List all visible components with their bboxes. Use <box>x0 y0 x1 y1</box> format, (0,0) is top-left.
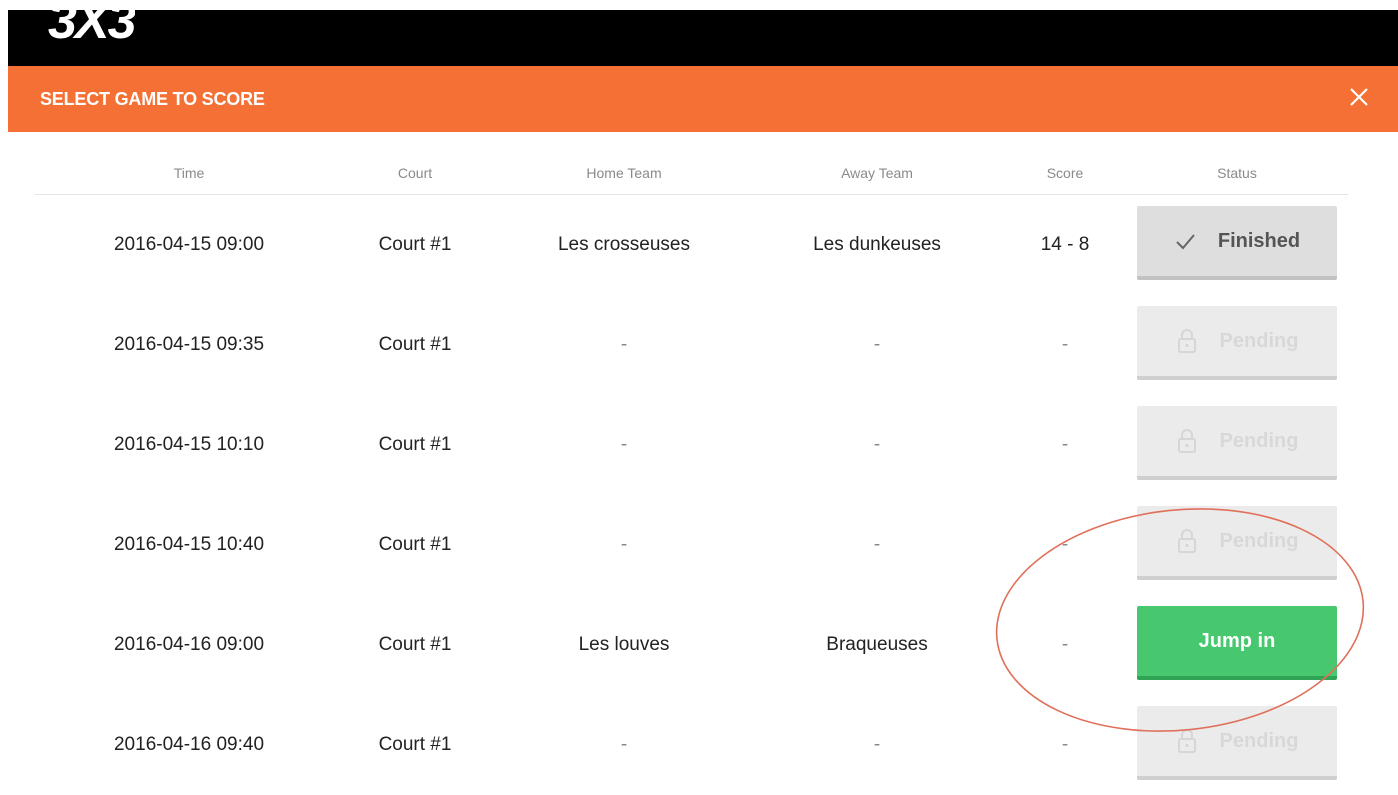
lock-icon <box>1176 728 1198 754</box>
time-cell: 2016-04-16 09:40 <box>113 734 265 755</box>
status-label: Pending <box>1219 529 1299 552</box>
finished-status-button[interactable]: Finished <box>1137 206 1337 280</box>
court-cell: Court #1 <box>378 334 452 355</box>
score-cell: - <box>1061 634 1069 655</box>
away-team-cell: - <box>873 434 881 455</box>
court-cell: Court #1 <box>378 234 452 255</box>
score-cell: - <box>1061 534 1069 555</box>
status-label: Pending <box>1219 329 1299 352</box>
column-header-score: Score <box>1046 165 1084 181</box>
table-row: 2016-04-15 10:10 Court #1 - - - Pending <box>35 395 1348 495</box>
status-label: Pending <box>1219 729 1299 752</box>
home-team-cell: - <box>620 434 628 455</box>
home-team-cell: - <box>620 734 628 755</box>
score-cell: - <box>1061 334 1069 355</box>
pending-status-button: Pending <box>1137 406 1337 480</box>
time-cell: 2016-04-16 09:00 <box>113 634 265 655</box>
time-cell: 2016-04-15 09:35 <box>113 334 265 355</box>
court-cell: Court #1 <box>378 634 452 655</box>
time-cell: 2016-04-15 10:40 <box>113 534 265 555</box>
home-team-cell: Les louves <box>578 634 670 655</box>
status-label: Jump in <box>1198 629 1276 652</box>
column-header-court: Court <box>397 165 433 181</box>
column-header-away-team: Away Team <box>841 165 913 181</box>
lock-icon <box>1176 428 1198 454</box>
table-row: 2016-04-15 09:35 Court #1 - - - Pending <box>35 295 1348 395</box>
modal-title: SELECT GAME TO SCORE <box>40 89 265 109</box>
table-row: 2016-04-15 09:00 Court #1 Les crosseuses Le… <box>35 195 1348 295</box>
score-cell: - <box>1061 734 1069 755</box>
close-icon <box>1350 88 1368 106</box>
column-header-home-team: Home Team <box>586 165 662 181</box>
modal-header: SELECT GAME TO SCORE <box>8 66 1398 132</box>
away-team-cell: - <box>873 534 881 555</box>
score-cell: 14 - 8 <box>1040 234 1090 255</box>
away-team-cell: - <box>873 334 881 355</box>
top-bar: 3X3 <box>8 10 1398 66</box>
table-header: Time Court Home Team Away Team Score Sta… <box>35 150 1348 195</box>
table-row: 2016-04-15 10:40 Court #1 - - - Pending <box>35 495 1348 595</box>
logo: 3X3 <box>48 10 135 42</box>
home-team-cell: - <box>620 534 628 555</box>
check-icon <box>1174 230 1196 252</box>
lock-icon <box>1176 328 1198 354</box>
table-row: 2016-04-16 09:00 Court #1 Les louves Braque… <box>35 595 1348 695</box>
close-button[interactable] <box>1344 82 1374 112</box>
table-body: 2016-04-15 09:00 Court #1 Les crosseuses Le… <box>35 195 1348 795</box>
column-header-time: Time <box>173 165 205 181</box>
pending-status-button: Pending <box>1137 706 1337 780</box>
score-cell: - <box>1061 434 1069 455</box>
away-team-cell: - <box>873 734 881 755</box>
time-cell: 2016-04-15 09:00 <box>113 234 265 255</box>
court-cell: Court #1 <box>378 434 452 455</box>
column-header-status: Status <box>1217 165 1257 181</box>
status-label: Finished <box>1217 229 1301 252</box>
home-team-cell: Les crosseuses <box>557 234 691 255</box>
status-label: Pending <box>1219 429 1299 452</box>
court-cell: Court #1 <box>378 734 452 755</box>
lock-icon <box>1176 528 1198 554</box>
games-table: Time Court Home Team Away Team Score Sta… <box>35 150 1348 795</box>
jump-in-button[interactable]: Jump in <box>1137 606 1337 680</box>
pending-status-button: Pending <box>1137 506 1337 580</box>
court-cell: Court #1 <box>378 534 452 555</box>
table-row: 2016-04-16 09:40 Court #1 - - - Pending <box>35 695 1348 795</box>
pending-status-button: Pending <box>1137 306 1337 380</box>
away-team-cell: Les dunkeuses <box>813 234 941 255</box>
home-team-cell: - <box>620 334 628 355</box>
away-team-cell: Braqueuses <box>826 634 928 655</box>
time-cell: 2016-04-15 10:10 <box>113 434 265 455</box>
